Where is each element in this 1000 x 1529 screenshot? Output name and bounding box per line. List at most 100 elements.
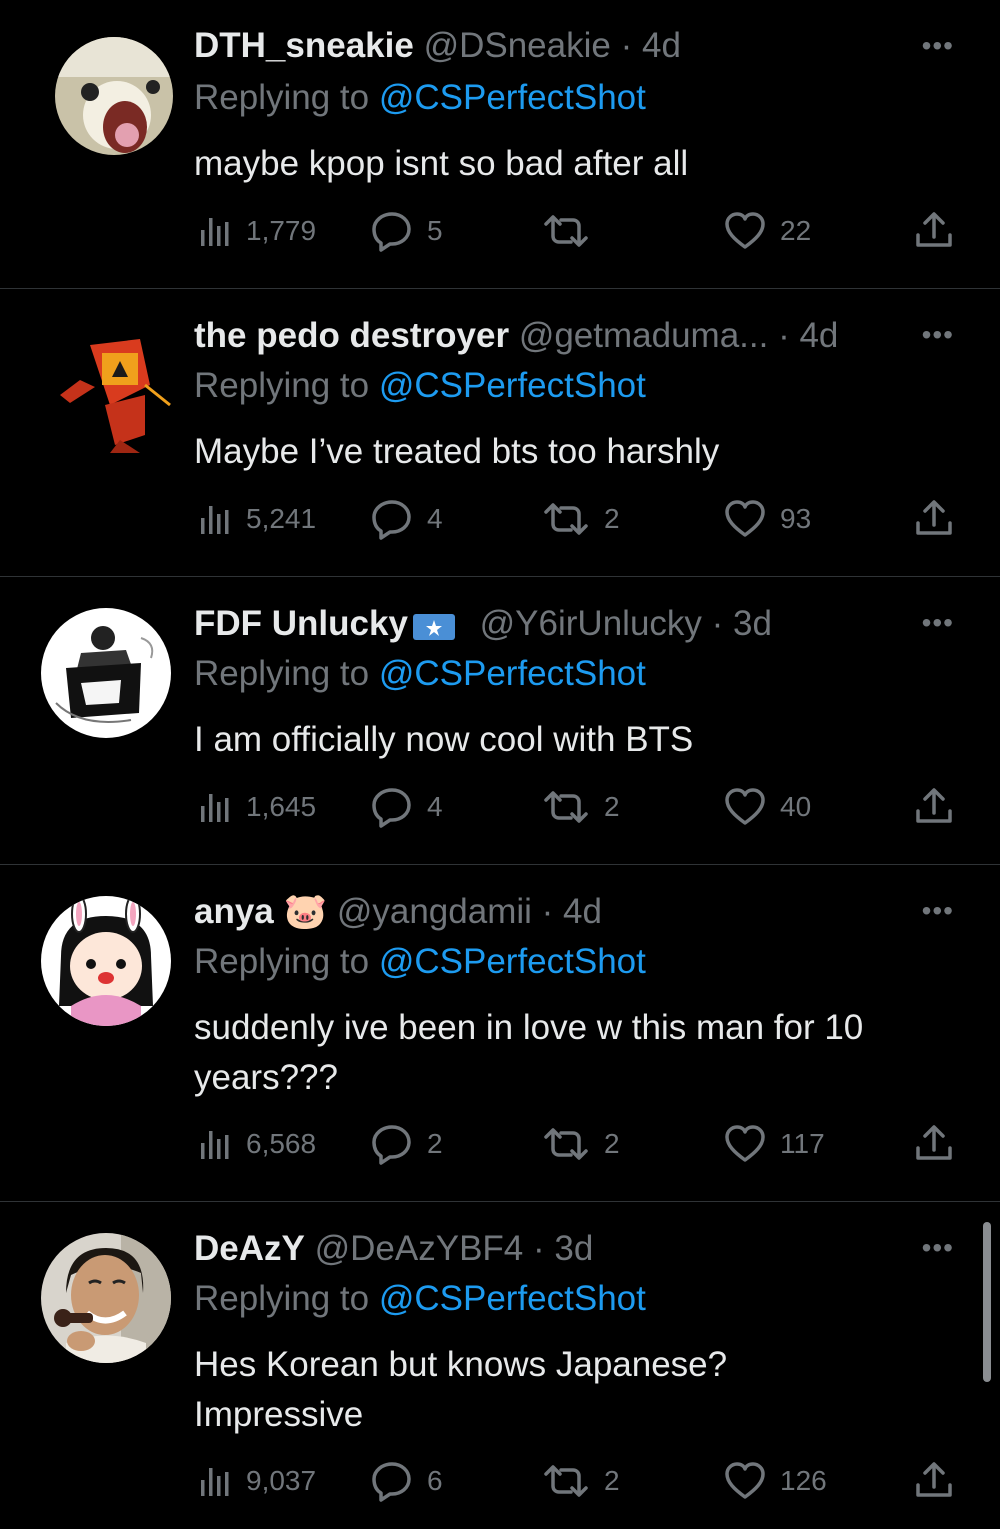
retweet-button[interactable]: 2 — [542, 497, 620, 541]
action-bar: 6,568 2 2 117 — [194, 1122, 964, 1166]
separator-dot: · — [778, 316, 790, 355]
like-icon — [725, 212, 765, 249]
retweet-button[interactable] — [542, 209, 604, 253]
views-button[interactable]: 1,779 — [198, 209, 316, 253]
avatar-image — [50, 325, 180, 455]
display-name[interactable]: DTH_sneakie — [194, 26, 414, 65]
like-button[interactable]: 40 — [724, 785, 811, 829]
views-button[interactable]: 1,645 — [198, 785, 316, 829]
user-handle[interactable]: @yangdamii — [337, 892, 532, 931]
like-icon — [725, 1462, 765, 1499]
share-button[interactable] — [914, 1459, 954, 1503]
like-button[interactable]: 126 — [724, 1459, 827, 1503]
user-handle[interactable]: @getmaduma... — [519, 316, 769, 355]
user-handle[interactable]: @DeAzYBF4 — [315, 1229, 524, 1268]
avatar[interactable] — [41, 896, 171, 1026]
avatar[interactable] — [41, 608, 171, 738]
tweet-header: DeAzY @DeAzYBF4 · 3d — [194, 1227, 593, 1271]
display-name[interactable]: the pedo destroyer — [194, 316, 509, 355]
timestamp[interactable]: 4d — [642, 26, 681, 65]
reply-icon — [372, 500, 411, 540]
timestamp[interactable]: 3d — [554, 1229, 593, 1268]
retweet-count: 2 — [604, 503, 620, 534]
views-button[interactable]: 9,037 — [198, 1459, 316, 1503]
tweet[interactable]: the pedo destroyer @getmaduma... · 4d ••… — [0, 289, 1000, 577]
tweet-text: suddenly ive been in love w this man for… — [194, 1008, 864, 1097]
views-count: 1,779 — [246, 215, 317, 246]
like-count: 40 — [780, 791, 812, 822]
share-button[interactable] — [914, 209, 954, 253]
like-button[interactable]: 117 — [724, 1122, 825, 1166]
tweet[interactable]: anya 🐷 @yangdamii · 4d ••• Replying to @… — [0, 865, 1000, 1202]
replying-to-link[interactable]: @CSPerfectShot — [379, 1279, 646, 1318]
retweet-button[interactable]: 2 — [542, 1459, 620, 1503]
share-button[interactable] — [914, 1122, 954, 1166]
reply-button[interactable]: 4 — [371, 785, 443, 829]
display-name[interactable]: FDF Unlucky — [194, 604, 408, 643]
like-button[interactable]: 22 — [724, 209, 811, 253]
replying-prefix: Replying to — [194, 1279, 379, 1318]
scrollbar[interactable] — [983, 1222, 991, 1382]
like-button[interactable]: 93 — [724, 497, 811, 541]
avatar-image — [41, 1233, 171, 1363]
tweet-text: Maybe I’ve treated bts too harshly — [194, 432, 720, 471]
like-count: 126 — [780, 1465, 827, 1496]
replying-to-link[interactable]: @CSPerfectShot — [379, 942, 646, 981]
replying-to-link[interactable]: @CSPerfectShot — [379, 654, 646, 693]
share-icon — [916, 1462, 952, 1497]
reply-icon — [372, 1462, 411, 1502]
tweet[interactable]: FDF Unlucky @Y6irUnlucky · 3d ••• Replyi… — [0, 577, 1000, 865]
like-count: 93 — [780, 503, 812, 534]
more-icon[interactable]: ••• — [922, 609, 954, 637]
timestamp[interactable]: 4d — [563, 892, 602, 931]
views-button[interactable]: 6,568 — [198, 1122, 316, 1166]
reply-button[interactable]: 4 — [371, 497, 443, 541]
avatar[interactable] — [50, 325, 180, 455]
more-icon[interactable]: ••• — [922, 321, 954, 349]
tweet-header: DTH_sneakie @DSneakie · 4d — [194, 24, 681, 68]
avatar[interactable] — [41, 1233, 171, 1363]
more-icon[interactable]: ••• — [922, 1234, 954, 1262]
reply-button[interactable]: 5 — [371, 209, 443, 253]
reply-count: 4 — [427, 503, 443, 534]
display-name[interactable]: DeAzY — [194, 1229, 305, 1268]
avatar-image — [55, 37, 173, 155]
avatar[interactable] — [55, 37, 173, 155]
pig-emoji-icon: 🐷 — [283, 892, 328, 932]
retweet-count: 2 — [604, 1465, 620, 1496]
replying-to-link[interactable]: @CSPerfectShot — [379, 78, 646, 117]
views-icon — [201, 1468, 229, 1496]
tweet-text: I am officially now cool with BTS — [194, 720, 694, 759]
user-handle[interactable]: @DSneakie — [424, 26, 611, 65]
reply-button[interactable]: 6 — [371, 1459, 443, 1503]
timestamp[interactable]: 4d — [799, 316, 838, 355]
retweet-button[interactable]: 2 — [542, 1122, 620, 1166]
tweet[interactable]: DeAzY @DeAzYBF4 · 3d ••• Replying to @CS… — [0, 1202, 1000, 1529]
views-button[interactable]: 5,241 — [198, 497, 316, 541]
timestamp[interactable]: 3d — [733, 604, 772, 643]
replying-to-line: Replying to @CSPerfectShot — [194, 654, 646, 694]
replying-to-line: Replying to @CSPerfectShot — [194, 366, 646, 406]
more-icon[interactable]: ••• — [922, 897, 954, 925]
share-button[interactable] — [914, 785, 954, 829]
tweet[interactable]: DTH_sneakie @DSneakie · 4d ••• Replying … — [0, 0, 1000, 289]
like-icon — [725, 788, 765, 825]
more-icon[interactable]: ••• — [922, 32, 954, 60]
avatar-image — [41, 608, 171, 738]
tweet-header: FDF Unlucky @Y6irUnlucky · 3d — [194, 602, 772, 646]
display-name[interactable]: anya — [194, 892, 274, 931]
action-bar: 1,779 5 22 — [194, 209, 964, 253]
tweet-header: the pedo destroyer @getmaduma... · 4d — [194, 314, 838, 358]
reply-button[interactable]: 2 — [371, 1122, 443, 1166]
user-handle[interactable]: @Y6irUnlucky — [480, 604, 702, 643]
retweet-icon — [544, 215, 588, 247]
retweet-icon — [544, 1465, 588, 1497]
share-button[interactable] — [914, 497, 954, 541]
views-icon — [201, 506, 229, 534]
flag-badge-icon — [412, 613, 455, 640]
replying-to-line: Replying to @CSPerfectShot — [194, 1279, 646, 1319]
replying-to-link[interactable]: @CSPerfectShot — [379, 366, 646, 405]
like-icon — [725, 500, 765, 537]
retweet-button[interactable]: 2 — [542, 785, 620, 829]
retweet-count: 2 — [604, 1128, 620, 1159]
